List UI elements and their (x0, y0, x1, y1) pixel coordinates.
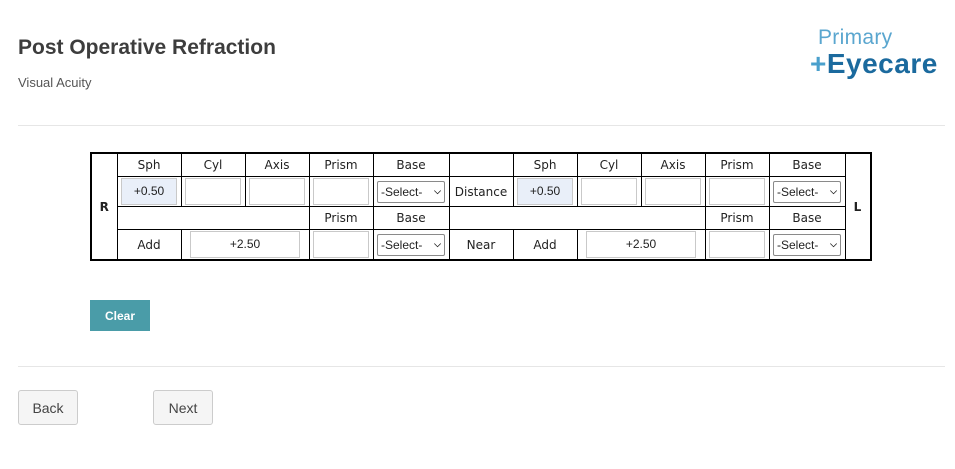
left-near-base-select[interactable]: -Select- ⌵ (773, 233, 841, 256)
right-distance-prism-input[interactable] (313, 178, 369, 205)
logo-line2-text: Eyecare (826, 48, 938, 79)
left-distance-cyl-input[interactable] (581, 178, 637, 205)
page-title: Post Operative Refraction (18, 36, 276, 59)
right-distance-axis-input[interactable] (249, 178, 305, 205)
next-button[interactable]: Next (153, 390, 213, 425)
chevron-down-icon: ⌵ (830, 239, 837, 249)
left-distance-axis-input[interactable] (645, 178, 701, 205)
near-row: Add +2.50 -Select- ⌵ Near Add +2.50 -Sele… (91, 229, 871, 261)
left-near-add-input[interactable]: +2.50 (586, 231, 696, 258)
left-distance-prism-input[interactable] (709, 178, 765, 205)
right-eye-label: R (90, 152, 118, 261)
right-distance-base-select[interactable]: -Select- ⌵ (377, 180, 445, 203)
divider-top (18, 125, 945, 126)
header-spacer (448, 152, 514, 177)
logo-cross-icon: + (810, 48, 827, 79)
header-base-right: Base (372, 152, 450, 177)
header-prism-left: Prism (704, 152, 770, 177)
chevron-down-icon: ⌵ (434, 239, 441, 249)
chevron-down-icon: ⌵ (830, 186, 837, 196)
distance-label: Distance (448, 176, 514, 207)
left-distance-sph-input[interactable]: +0.50 (517, 178, 573, 205)
near-header-prism-left: Prism (704, 206, 770, 230)
near-header-base-right: Base (372, 206, 450, 230)
chevron-down-icon: ⌵ (434, 186, 441, 196)
distance-header-row: R Sph Cyl Axis Prism Base Sph Cyl Axis P… (90, 152, 871, 261)
right-distance-cyl-input[interactable] (185, 178, 241, 205)
left-eye-label: L (844, 152, 871, 261)
header-prism-right: Prism (308, 152, 374, 177)
logo-line2: +Eyecare (810, 48, 938, 80)
near-label: Near (448, 229, 514, 261)
logo-line1: Primary (818, 26, 893, 49)
header-base-left: Base (768, 152, 846, 177)
header-axis-left: Axis (640, 152, 706, 177)
divider-bottom (18, 366, 945, 367)
header-axis-right: Axis (244, 152, 310, 177)
distance-row: +0.50 -Select- ⌵ Distance +0.50 -Select- ⌵ (91, 176, 871, 207)
clear-button[interactable]: Clear (90, 300, 150, 331)
near-header-base-left: Base (768, 206, 846, 230)
right-near-base-select[interactable]: -Select- ⌵ (377, 233, 445, 256)
right-near-add-input[interactable]: +2.50 (190, 231, 300, 258)
select-value: -Select- (381, 237, 423, 252)
right-add-label: Add (116, 229, 182, 261)
primary-eyecare-logo: Primary +Eyecare (810, 26, 945, 92)
refraction-table: R Sph Cyl Axis Prism Base Sph Cyl Axis P… (90, 152, 872, 261)
near-header-blank-right (116, 206, 310, 230)
page-subtitle: Visual Acuity (18, 75, 92, 90)
select-value: -Select- (777, 237, 819, 252)
left-add-label: Add (512, 229, 578, 261)
right-distance-sph-input[interactable]: +0.50 (121, 178, 177, 205)
header-sph-right: Sph (116, 152, 182, 177)
back-button[interactable]: Back (18, 390, 78, 425)
header-cyl-right: Cyl (180, 152, 246, 177)
near-header-row: Prism Base Prism Base (91, 206, 871, 230)
near-header-blank-left (448, 206, 706, 230)
left-near-prism-input[interactable] (709, 231, 765, 258)
left-distance-base-select[interactable]: -Select- ⌵ (773, 180, 841, 203)
select-value: -Select- (777, 184, 819, 199)
header-cyl-left: Cyl (576, 152, 642, 177)
header-sph-left: Sph (512, 152, 578, 177)
near-header-prism-right: Prism (308, 206, 374, 230)
right-near-prism-input[interactable] (313, 231, 369, 258)
select-value: -Select- (381, 184, 423, 199)
